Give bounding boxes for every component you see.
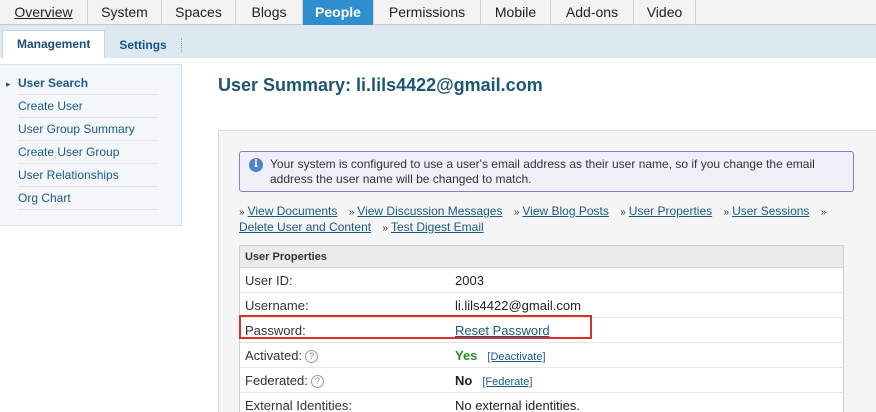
sub-nav: Management Settings bbox=[0, 25, 876, 58]
tab-video[interactable]: Video bbox=[634, 0, 696, 25]
tab-blogs[interactable]: Blogs bbox=[236, 0, 303, 25]
view-documents-link[interactable]: View Documents bbox=[248, 204, 338, 218]
user-sessions-link[interactable]: User Sessions bbox=[732, 204, 809, 218]
table-row: Activated:? Yes [Deactivate] bbox=[240, 343, 843, 368]
user-properties-link[interactable]: User Properties bbox=[629, 204, 712, 218]
federate-link[interactable]: [Federate] bbox=[482, 376, 532, 388]
username-value: li.lils4422@gmail.com bbox=[455, 298, 581, 313]
tab-add-ons[interactable]: Add-ons bbox=[551, 0, 634, 25]
tab-permissions[interactable]: Permissions bbox=[374, 0, 481, 25]
row-label: Activated: bbox=[245, 348, 303, 363]
row-label: Username: bbox=[245, 298, 309, 313]
user-id-value: 2003 bbox=[455, 273, 484, 288]
table-row: Federated:? No [Federate] bbox=[240, 368, 843, 393]
delete-user-link[interactable]: Delete User and Content bbox=[239, 220, 371, 234]
table-row: External Identities: No external identit… bbox=[240, 393, 843, 412]
view-discussion-messages-link[interactable]: View Discussion Messages bbox=[357, 204, 502, 218]
deactivate-link[interactable]: [Deactivate] bbox=[487, 351, 545, 363]
view-blog-posts-link[interactable]: View Blog Posts bbox=[522, 204, 609, 218]
info-text: Your system is configured to use a user'… bbox=[270, 157, 815, 186]
sidebar-item-user-relationships[interactable]: User Relationships bbox=[18, 164, 158, 187]
page-title: User Summary: li.lils4422@gmail.com bbox=[218, 75, 543, 95]
tab-mobile[interactable]: Mobile bbox=[481, 0, 551, 25]
activated-status: Yes bbox=[455, 348, 478, 363]
table-header: User Properties bbox=[240, 246, 843, 268]
sidebar: ▸ User Search Create User User Group Sum… bbox=[0, 64, 182, 226]
help-icon[interactable]: ? bbox=[310, 375, 324, 388]
tab-overview[interactable]: Overview bbox=[0, 0, 88, 25]
password-row-highlight bbox=[239, 315, 592, 339]
tab-system[interactable]: System bbox=[88, 0, 162, 25]
external-identities-value: No external identities. bbox=[455, 398, 581, 412]
row-label: User ID: bbox=[245, 273, 293, 288]
info-message: i Your system is configured to use a use… bbox=[239, 151, 854, 192]
subnav-divider bbox=[180, 38, 182, 52]
main-nav: Overview System Spaces Blogs People Perm… bbox=[0, 0, 876, 25]
federated-status: No bbox=[455, 373, 473, 388]
row-label: External Identities: bbox=[245, 398, 352, 412]
sidebar-item-org-chart[interactable]: Org Chart bbox=[18, 187, 158, 210]
help-icon[interactable]: ? bbox=[305, 350, 319, 363]
tab-spaces[interactable]: Spaces bbox=[162, 0, 236, 25]
current-item-arrow-icon: ▸ bbox=[6, 79, 11, 89]
table-row: User ID: 2003 bbox=[240, 268, 843, 293]
test-digest-email-link[interactable]: Test Digest Email bbox=[391, 220, 484, 234]
tab-people[interactable]: People bbox=[303, 0, 374, 25]
row-label: Federated: bbox=[245, 373, 308, 388]
tab-settings[interactable]: Settings bbox=[105, 32, 180, 58]
sidebar-item-create-user[interactable]: Create User bbox=[18, 95, 158, 118]
info-icon: i bbox=[249, 158, 263, 172]
tab-management[interactable]: Management bbox=[2, 30, 106, 58]
sidebar-item-create-user-group[interactable]: Create User Group bbox=[18, 141, 158, 164]
user-action-links: » View Documents » View Discussion Message… bbox=[239, 204, 827, 234]
sidebar-item-user-search[interactable]: User Search bbox=[18, 72, 158, 95]
sidebar-item-user-group-summary[interactable]: User Group Summary bbox=[18, 118, 158, 141]
